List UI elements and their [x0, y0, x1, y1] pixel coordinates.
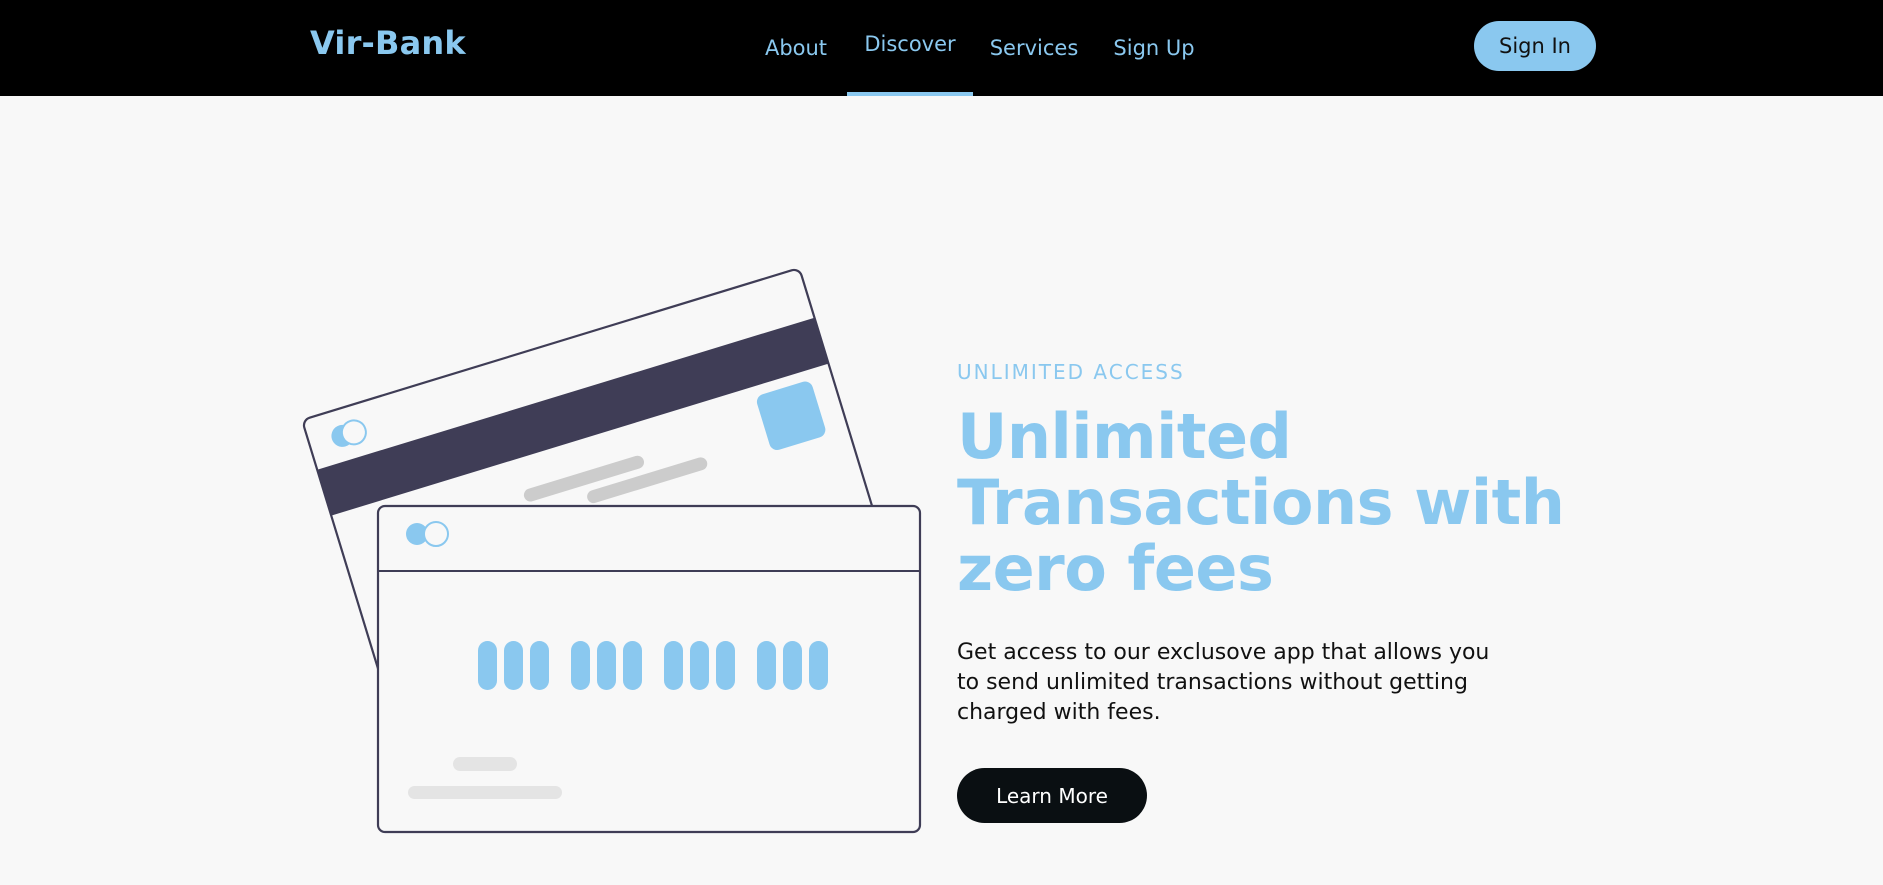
navbar: Vir-Bank About Discover Services Sign Up… [0, 0, 1883, 96]
headline-line: zero fees [957, 532, 1274, 605]
front-card [376, 504, 922, 834]
nav-item-discover[interactable]: Discover [847, 0, 973, 96]
sign-in-button[interactable]: Sign In [1474, 21, 1596, 71]
hero-eyebrow: UNLIMITED ACCESS [957, 360, 1185, 384]
hero-content: UNLIMITED ACCESS Unlimited Transactions … [957, 360, 1577, 823]
nav-item-services[interactable]: Services [984, 0, 1084, 96]
headline-line: Unlimited [957, 400, 1292, 473]
card-logo-icon [406, 521, 449, 547]
credit-cards-illustration [290, 260, 930, 840]
nav-item-sign-up[interactable]: Sign Up [1107, 0, 1201, 96]
nav-item-about[interactable]: About [755, 0, 837, 96]
hero-headline: Unlimited Transactions with zero fees [957, 404, 1577, 602]
learn-more-button[interactable]: Learn More [957, 768, 1147, 823]
logo[interactable]: Vir-Bank [310, 24, 466, 62]
hero-description: Get access to our exclusove app that all… [957, 640, 1490, 725]
headline-line: Transactions with [957, 466, 1565, 539]
